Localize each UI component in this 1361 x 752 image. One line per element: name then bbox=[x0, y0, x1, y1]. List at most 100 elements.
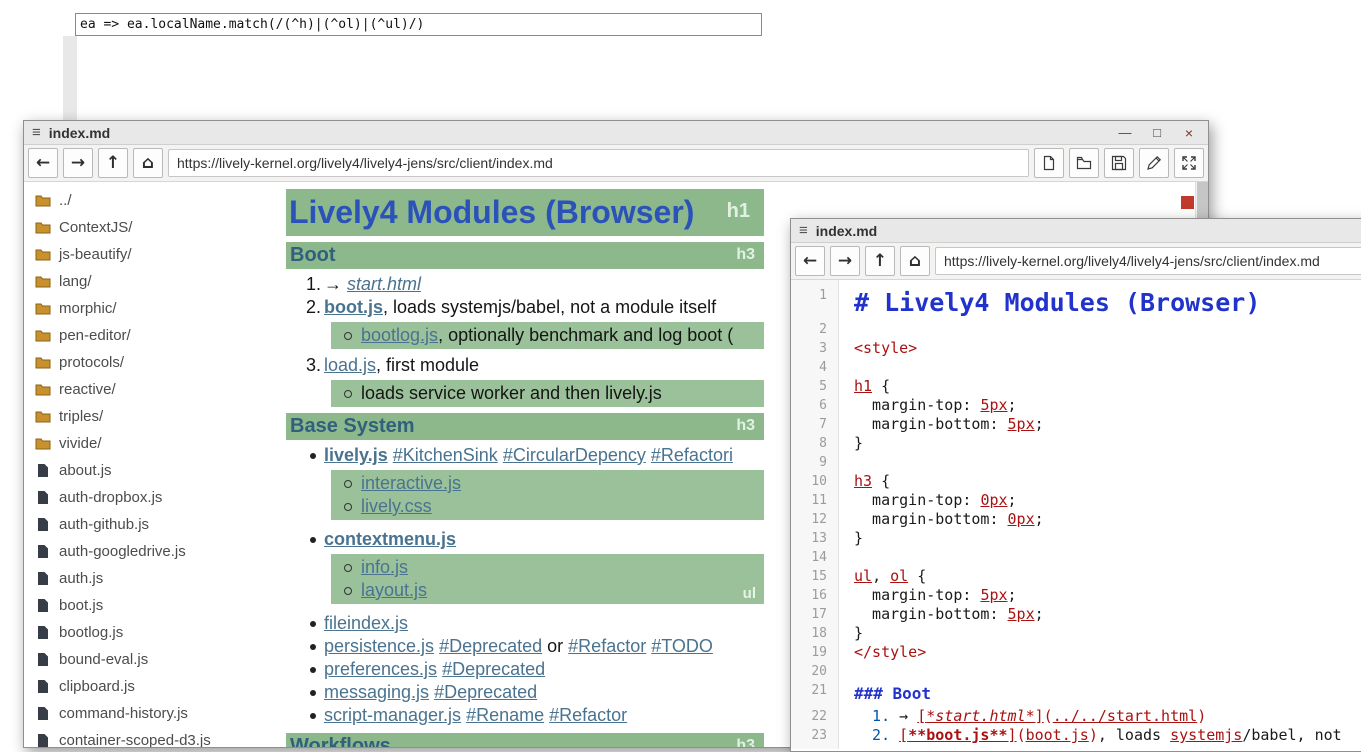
window-controls: — □ × bbox=[1114, 125, 1200, 141]
md-link[interactable]: #Deprecated bbox=[434, 682, 537, 702]
sidebar-item[interactable]: lang/ bbox=[24, 268, 286, 295]
code-token: # Lively4 Modules (Browser) bbox=[854, 288, 1260, 317]
sidebar-item[interactable]: protocols/ bbox=[24, 349, 286, 376]
back-button[interactable]: ← bbox=[795, 246, 825, 276]
menu-icon[interactable]: ≡ bbox=[32, 124, 41, 141]
sidebar-item[interactable]: pen-editor/ bbox=[24, 322, 286, 349]
md-link[interactable]: contextmenu.js bbox=[324, 529, 456, 549]
open-folder-button[interactable] bbox=[1069, 148, 1099, 178]
md-link[interactable]: #TODO bbox=[651, 636, 713, 656]
sidebar-item[interactable]: ../ bbox=[24, 187, 286, 214]
forward-button[interactable]: → bbox=[830, 246, 860, 276]
md-link[interactable]: #Refactor bbox=[549, 705, 627, 725]
md-link[interactable]: lively.js bbox=[324, 445, 388, 465]
code-token: ; bbox=[1035, 510, 1044, 528]
code-token: [ bbox=[917, 707, 926, 725]
md-link[interactable]: #KitchenSink bbox=[393, 445, 498, 465]
close-button[interactable]: × bbox=[1178, 125, 1200, 141]
md-link[interactable]: #Deprecated bbox=[439, 636, 542, 656]
folder-icon bbox=[34, 302, 51, 315]
sidebar-item[interactable]: bootlog.js bbox=[24, 619, 286, 646]
red-indicator-square bbox=[1181, 196, 1194, 209]
code-token: /babel, not bbox=[1242, 726, 1341, 744]
list-item-text: → start.html bbox=[324, 274, 421, 294]
sidebar-item-label: reactive/ bbox=[59, 381, 116, 398]
home-button[interactable]: ⌂ bbox=[133, 148, 163, 178]
md-link[interactable]: #Refactor bbox=[568, 636, 646, 656]
sidebar-item-label: about.js bbox=[59, 462, 112, 479]
sidebar-item-label: js-beautify/ bbox=[59, 246, 132, 263]
sidebar-item[interactable]: reactive/ bbox=[24, 376, 286, 403]
sidebar-item[interactable]: ContextJS/ bbox=[24, 214, 286, 241]
code-token: ol bbox=[890, 567, 908, 585]
md-link[interactable]: #Deprecated bbox=[442, 659, 545, 679]
sidebar-item[interactable]: container-scoped-d3.js bbox=[24, 727, 286, 747]
list-item-text: persistence.js #Deprecated or #Refactor … bbox=[324, 636, 713, 656]
filter-expression-input[interactable] bbox=[75, 13, 762, 36]
md-link[interactable]: interactive.js bbox=[361, 473, 461, 493]
sidebar-item[interactable]: triples/ bbox=[24, 403, 286, 430]
md-link[interactable]: script-manager.js bbox=[324, 705, 461, 725]
code-line-text: ### Boot bbox=[839, 681, 931, 707]
md-link[interactable]: layout.js bbox=[361, 580, 427, 600]
line-number: 14 bbox=[791, 548, 839, 567]
sidebar-item-label: auth-googledrive.js bbox=[59, 543, 186, 560]
sidebar-item[interactable]: vivide/ bbox=[24, 430, 286, 457]
forward-button[interactable]: → bbox=[63, 148, 93, 178]
up-button[interactable]: ↑ bbox=[865, 246, 895, 276]
sidebar-item[interactable]: command-history.js bbox=[24, 700, 286, 727]
md-link[interactable]: lively.css bbox=[361, 496, 432, 516]
sidebar-item[interactable]: clipboard.js bbox=[24, 673, 286, 700]
md-link[interactable]: messaging.js bbox=[324, 682, 429, 702]
titlebar[interactable]: ≡ index.md bbox=[791, 219, 1361, 243]
md-link[interactable]: preferences.js bbox=[324, 659, 437, 679]
sidebar-item[interactable]: auth-dropbox.js bbox=[24, 484, 286, 511]
md-link[interactable]: #Rename bbox=[466, 705, 544, 725]
back-button[interactable]: ← bbox=[28, 148, 58, 178]
home-button[interactable]: ⌂ bbox=[900, 246, 930, 276]
list-item-text: boot.js, loads systemjs/babel, not a mod… bbox=[324, 297, 716, 317]
url-input[interactable] bbox=[168, 149, 1029, 177]
code-token: margin-top: bbox=[854, 586, 980, 604]
code-line-text: } bbox=[839, 624, 863, 643]
new-file-button[interactable] bbox=[1034, 148, 1064, 178]
url-input[interactable] bbox=[935, 247, 1361, 275]
sidebar-item[interactable]: auth-github.js bbox=[24, 511, 286, 538]
md-link[interactable]: bootlog.js bbox=[361, 325, 438, 345]
code-line: 8} bbox=[791, 434, 1361, 453]
nested-list-item: loads service worker and then lively.js bbox=[331, 382, 764, 405]
sidebar-item[interactable]: bound-eval.js bbox=[24, 646, 286, 673]
md-link[interactable]: load.js bbox=[324, 355, 376, 375]
edit-button[interactable] bbox=[1139, 148, 1169, 178]
sidebar-item[interactable]: about.js bbox=[24, 457, 286, 484]
md-link[interactable]: info.js bbox=[361, 557, 408, 577]
heading-text: Base System bbox=[286, 415, 415, 438]
folder-icon bbox=[34, 275, 51, 288]
nested-list-item: bootlog.js, optionally benchmark and log… bbox=[331, 324, 764, 347]
sidebar-item[interactable]: js-beautify/ bbox=[24, 241, 286, 268]
code-line-text: } bbox=[839, 434, 863, 453]
md-link[interactable]: persistence.js bbox=[324, 636, 434, 656]
titlebar[interactable]: ≡ index.md — □ × bbox=[24, 121, 1208, 145]
fullscreen-button[interactable] bbox=[1174, 148, 1204, 178]
sidebar-item-label: ../ bbox=[59, 192, 72, 209]
md-link[interactable]: #CircularDepency bbox=[503, 445, 646, 465]
nested-list-block: loads service worker and then lively.js bbox=[331, 380, 764, 407]
window-title: index.md bbox=[49, 125, 110, 141]
menu-icon[interactable]: ≡ bbox=[799, 222, 808, 239]
sidebar-item[interactable]: boot.js bbox=[24, 592, 286, 619]
sidebar-item[interactable]: auth.js bbox=[24, 565, 286, 592]
up-button[interactable]: ↑ bbox=[98, 148, 128, 178]
maximize-button[interactable]: □ bbox=[1146, 125, 1168, 141]
code-token: ) bbox=[1089, 726, 1098, 744]
md-link[interactable]: start.html bbox=[347, 274, 421, 294]
md-link[interactable]: boot.js bbox=[324, 297, 383, 317]
md-link[interactable]: #Refactori bbox=[651, 445, 733, 465]
md-link[interactable]: fileindex.js bbox=[324, 613, 408, 633]
minimize-button[interactable]: — bbox=[1114, 125, 1136, 141]
sidebar-item[interactable]: auth-googledrive.js bbox=[24, 538, 286, 565]
code-editor[interactable]: 1# Lively4 Modules (Browser)23<style>45h… bbox=[791, 280, 1361, 749]
save-button[interactable] bbox=[1104, 148, 1134, 178]
sidebar-item[interactable]: morphic/ bbox=[24, 295, 286, 322]
code-line: 16 margin-top: 5px; bbox=[791, 586, 1361, 605]
